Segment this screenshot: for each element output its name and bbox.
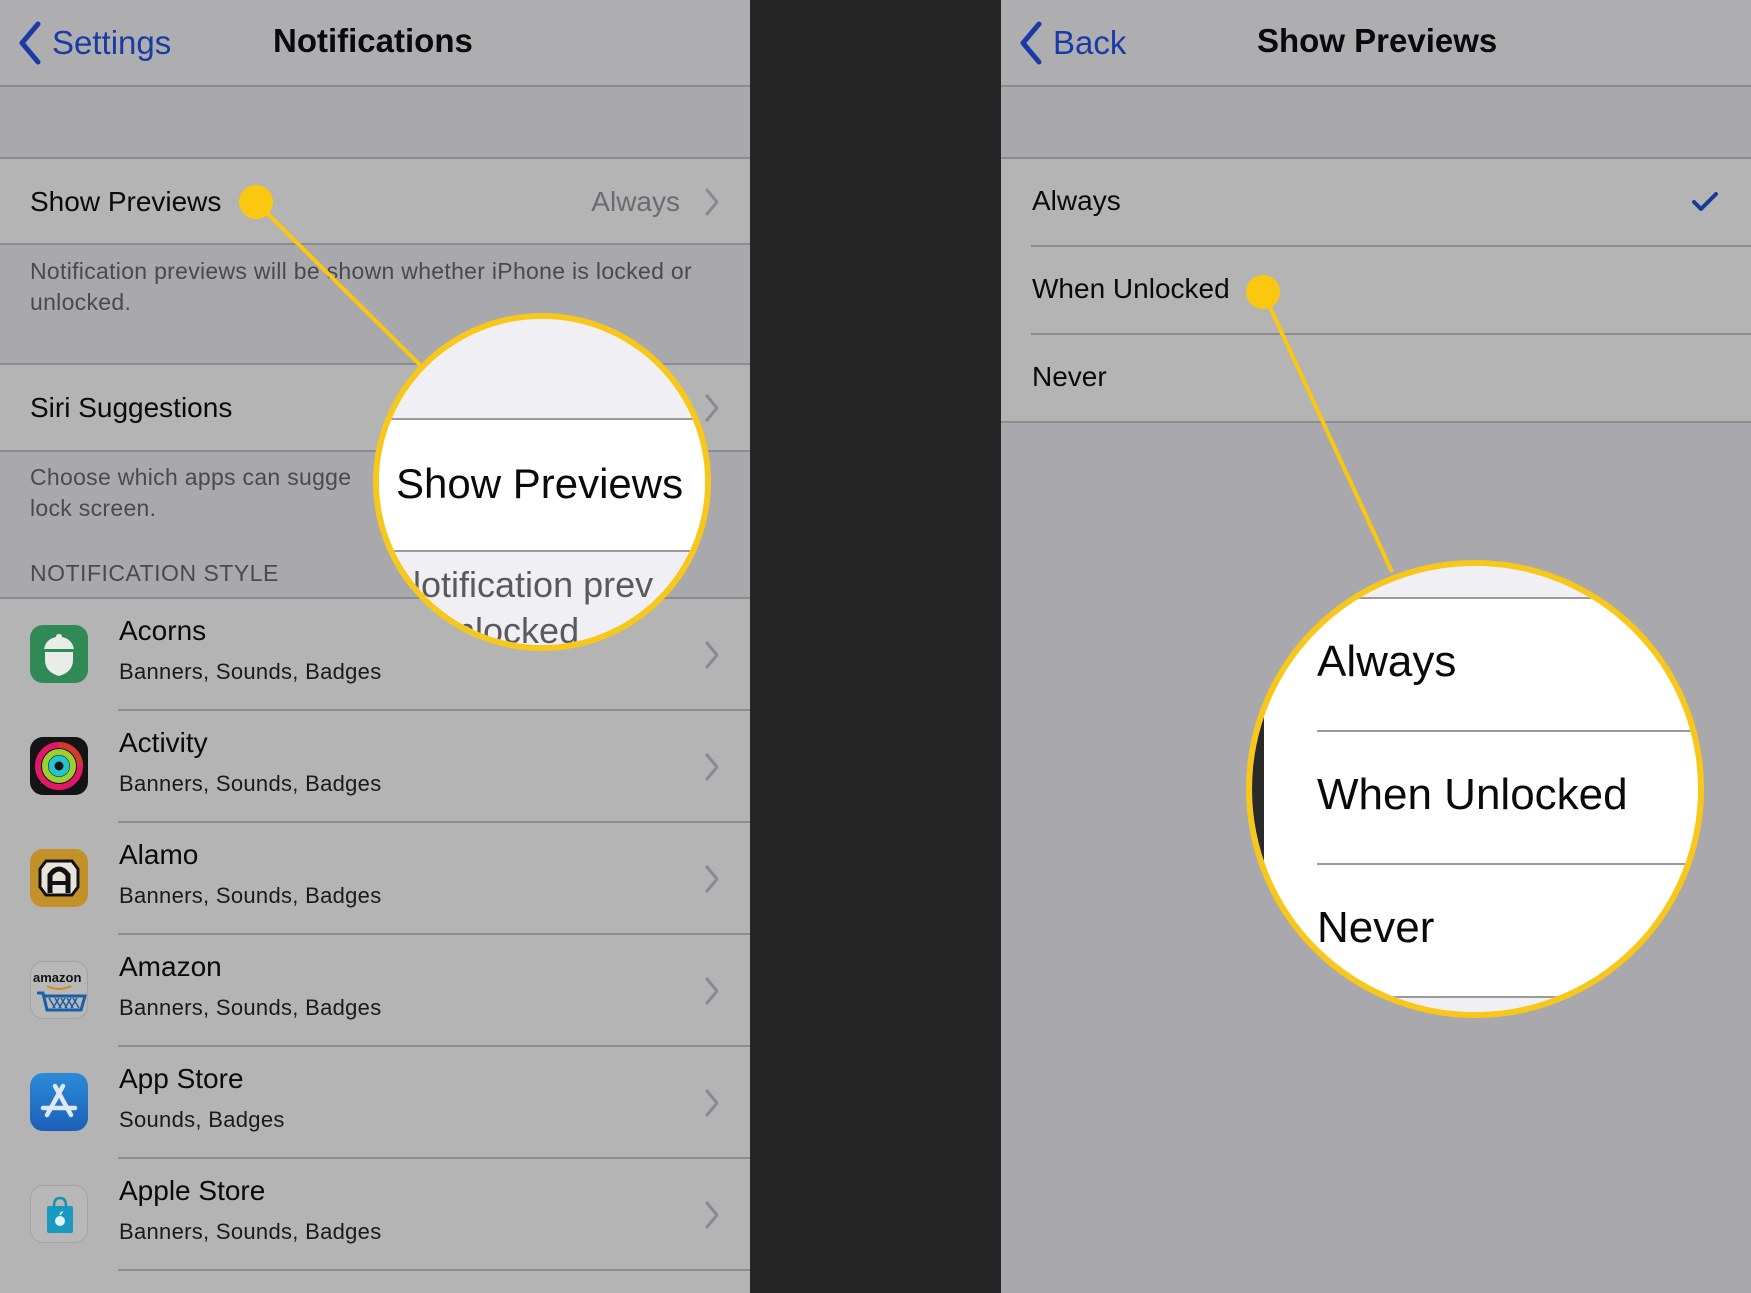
amazon-icon: amazon xyxy=(30,961,88,1019)
magnifier-band xyxy=(379,319,705,420)
checkmark-icon xyxy=(1692,192,1718,211)
app-notification-types: Banners, Sounds, Badges xyxy=(119,771,382,796)
app-notification-types: Banners, Sounds, Badges xyxy=(119,883,382,908)
option-label: Never xyxy=(1032,361,1107,392)
page-title: Notifications xyxy=(273,22,473,59)
magnified-option: Always xyxy=(1317,637,1457,686)
page-title: Show Previews xyxy=(1257,22,1498,59)
panel-divider xyxy=(750,0,1001,1293)
magnified-footer-line-1: lotification prev xyxy=(413,564,654,605)
app-row-activity[interactable]: Activity Banners, Sounds, Badges xyxy=(0,711,750,823)
notifications-screen: Settings Notifications Show Previews Alw… xyxy=(0,0,750,1293)
nav-bar: Settings Notifications xyxy=(0,0,750,87)
option-label: When Unlocked xyxy=(1032,273,1230,304)
app-store-icon xyxy=(30,1073,88,1131)
magnifier-option-row: Always xyxy=(1252,599,1698,730)
app-notification-types: Banners, Sounds, Badges xyxy=(119,995,382,1020)
magnifier-show-previews: Show Previews lotification prev nlocked xyxy=(373,313,711,651)
magnifier-footer: lotification prev nlocked xyxy=(379,550,705,651)
app-notification-types: Banners, Sounds, Badges xyxy=(119,1219,382,1244)
show-previews-footer: Notification previews will be shown whet… xyxy=(30,258,692,315)
chevron-left-icon xyxy=(19,21,41,65)
app-row-alamo[interactable]: Alamo Banners, Sounds, Badges xyxy=(0,823,750,935)
app-name: Alamo xyxy=(119,839,199,870)
acorns-icon xyxy=(30,625,88,683)
back-button[interactable]: Back xyxy=(1017,20,1126,66)
section-header-notification-style: NOTIFICATION STYLE xyxy=(30,560,279,586)
magnifier-band xyxy=(1252,566,1698,599)
siri-suggestions-label: Siri Suggestions xyxy=(30,392,233,423)
option-never[interactable]: Never xyxy=(1001,335,1751,423)
alamo-icon xyxy=(30,849,88,907)
magnified-label: Show Previews xyxy=(396,460,684,507)
chevron-left-icon xyxy=(1020,21,1042,65)
row-separator xyxy=(1001,421,1751,423)
chevron-right-icon xyxy=(705,1201,719,1229)
chevron-right-icon xyxy=(705,188,719,216)
app-notification-types: Banners, Sounds, Badges xyxy=(119,659,382,684)
magnifier-option-row: When Unlocked xyxy=(1252,732,1698,863)
chevron-right-icon xyxy=(705,753,719,781)
magnifier-row: Show Previews xyxy=(379,420,705,550)
apple-store-icon xyxy=(30,1185,88,1243)
show-previews-value: Always xyxy=(591,186,680,217)
app-row-partial xyxy=(0,1271,750,1293)
app-row-amazon[interactable]: amazon Amazon Banners, Sounds, Badges xyxy=(0,935,750,1047)
chevron-right-icon xyxy=(705,977,719,1005)
back-label: Back xyxy=(1053,24,1127,61)
app-name: Activity xyxy=(119,727,208,758)
magnified-footer-line-2: nlocked xyxy=(455,610,580,651)
magnifier-option-row: Never xyxy=(1252,865,1698,996)
app-row-app-store[interactable]: App Store Sounds, Badges xyxy=(0,1047,750,1159)
app-notification-types: Sounds, Badges xyxy=(119,1107,285,1132)
back-label: Settings xyxy=(52,24,172,61)
nav-bar: Back Show Previews xyxy=(1001,0,1751,87)
chevron-right-icon xyxy=(705,641,719,669)
app-name: Apple Store xyxy=(119,1175,266,1206)
app-name: Acorns xyxy=(119,615,207,646)
chevron-right-icon xyxy=(705,394,719,422)
magnifier-options: Always When Unlocked Never xyxy=(1246,560,1704,1018)
back-to-settings-button[interactable]: Settings xyxy=(16,20,171,66)
option-when-unlocked[interactable]: When Unlocked xyxy=(1001,247,1751,335)
option-label: Always xyxy=(1032,185,1121,216)
chevron-right-icon xyxy=(705,1089,719,1117)
activity-icon xyxy=(30,737,88,795)
show-previews-row[interactable]: Show Previews Always xyxy=(0,157,750,245)
callout-dot-show-previews xyxy=(239,185,273,219)
option-always[interactable]: Always xyxy=(1001,159,1751,247)
show-previews-label: Show Previews xyxy=(30,186,222,217)
chevron-right-icon xyxy=(705,865,719,893)
magnified-option: Never xyxy=(1317,903,1435,952)
magnified-option: When Unlocked xyxy=(1317,770,1628,819)
app-row-apple-store[interactable]: Apple Store Banners, Sounds, Badges xyxy=(0,1159,750,1271)
callout-dot-when-unlocked xyxy=(1246,275,1280,309)
app-name: App Store xyxy=(119,1063,244,1094)
app-name: Amazon xyxy=(119,951,222,982)
